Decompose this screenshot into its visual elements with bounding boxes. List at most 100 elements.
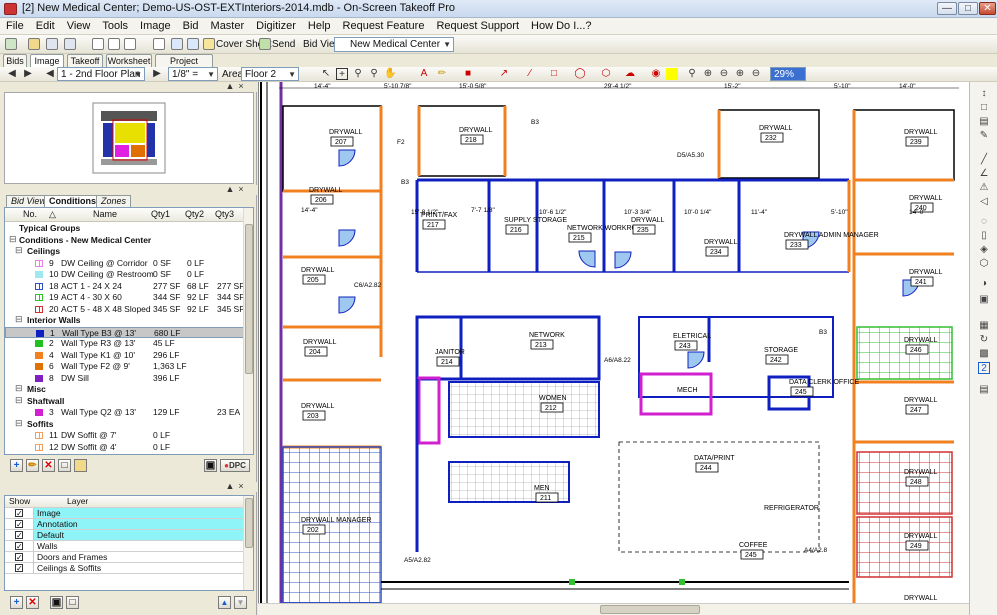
condition-folder-row[interactable]: ⊟ Interior Walls bbox=[5, 315, 245, 326]
scale-select[interactable]: 1/8" = 1'0"▼ bbox=[168, 67, 218, 93]
col-qty2[interactable]: Qty2 bbox=[185, 209, 204, 219]
menu-master[interactable]: Master bbox=[205, 18, 251, 34]
save-icon[interactable] bbox=[46, 38, 58, 50]
condition-folder-row[interactable]: ⊟ Misc bbox=[5, 384, 245, 395]
condition-group-row[interactable]: Typical Groups bbox=[5, 223, 245, 234]
menu-bid[interactable]: Bid bbox=[177, 18, 205, 34]
move-down-button[interactable]: ▼ bbox=[234, 596, 247, 609]
layer-properties-button[interactable]: ▣ bbox=[50, 596, 63, 609]
menu-edit[interactable]: Edit bbox=[30, 18, 61, 34]
col-name[interactable]: Name bbox=[93, 209, 117, 219]
tab-worksheet[interactable]: Worksheet bbox=[106, 54, 152, 67]
zoom-in-icon[interactable]: ⊕ bbox=[702, 68, 714, 80]
print-icon[interactable] bbox=[64, 38, 76, 50]
stamp-icon[interactable]: ■ bbox=[462, 68, 474, 80]
expand-collapse-icon[interactable]: ⊟ bbox=[15, 418, 23, 428]
menu-help[interactable]: Help bbox=[302, 18, 337, 34]
col-show[interactable]: Show bbox=[9, 496, 30, 507]
bid-view-select[interactable]: New Medical Center ▼ bbox=[334, 37, 454, 52]
tab-project-express[interactable]: Project Express bbox=[155, 54, 213, 78]
layer-visibility-checkbox[interactable]: ✓ bbox=[15, 520, 23, 529]
minimize-button[interactable]: — bbox=[937, 2, 957, 15]
layer-visibility-checkbox[interactable]: ✓ bbox=[15, 553, 23, 562]
menu-how-do-i[interactable]: How Do I...? bbox=[525, 18, 598, 34]
col-qty3[interactable]: Qty3 bbox=[215, 209, 234, 219]
cloud-annotation-icon[interactable]: ☁ bbox=[624, 68, 636, 80]
condition-row[interactable]: 19 ACT 4 - 30 X 60 344 SF 92 LF 344 SF bbox=[5, 292, 245, 303]
add-condition-button[interactable]: + bbox=[10, 459, 23, 472]
folder-button[interactable] bbox=[74, 459, 87, 472]
tab-zones[interactable]: Zones bbox=[96, 195, 132, 207]
select-tool-icon[interactable]: ↖ bbox=[320, 68, 332, 80]
zoom-previous-icon[interactable]: ⊕ bbox=[734, 68, 746, 80]
copy-condition-button[interactable]: □ bbox=[58, 459, 71, 472]
move-up-button[interactable]: ▲ bbox=[218, 596, 231, 609]
ellipse-annotation-icon[interactable]: ◯ bbox=[574, 68, 586, 80]
close-button[interactable]: ✕ bbox=[979, 2, 996, 15]
redo-icon[interactable] bbox=[187, 38, 199, 50]
condition-row[interactable]: 8 DW Sill 396 LF bbox=[5, 373, 245, 384]
layer-visibility-checkbox[interactable]: ✓ bbox=[15, 564, 23, 573]
layer-row[interactable]: ✓ Annotation bbox=[5, 519, 243, 530]
condition-row[interactable]: 1 Wall Type B3 @ 13' 680 LF bbox=[5, 326, 245, 338]
zoom-select[interactable]: 29% bbox=[770, 67, 806, 81]
layer-visibility-checkbox[interactable]: ✓ bbox=[15, 509, 23, 518]
next-page-icon[interactable]: ▶ bbox=[151, 68, 163, 80]
window-icon[interactable]: ▩ bbox=[978, 348, 990, 360]
flip-icon[interactable]: ◁ bbox=[978, 196, 990, 208]
scroll-thumb[interactable] bbox=[245, 498, 253, 548]
highlighter-icon[interactable]: ✏ bbox=[436, 68, 448, 80]
rectangle-annotation-icon[interactable]: □ bbox=[548, 68, 560, 80]
layer-row[interactable]: ✓ Walls bbox=[5, 541, 243, 552]
line-annotation-icon[interactable]: ∕ bbox=[524, 68, 536, 80]
page-count-icon[interactable]: 2 bbox=[978, 362, 990, 374]
new-bid-icon[interactable] bbox=[5, 38, 17, 50]
condition-folder-row[interactable]: ⊟ Soffits bbox=[5, 418, 245, 430]
layers-icon[interactable]: ▤ bbox=[978, 116, 990, 128]
condition-group-row[interactable]: ⊟ Conditions - New Medical Center bbox=[5, 234, 245, 246]
polygon-icon[interactable]: ⬡ bbox=[978, 258, 990, 270]
paste-icon[interactable] bbox=[124, 38, 136, 50]
callout-annotation-icon[interactable]: ◉ bbox=[650, 68, 662, 80]
col-no[interactable]: No. bbox=[23, 209, 37, 219]
panel-close-icon[interactable]: × bbox=[236, 185, 246, 194]
prev-page-icon[interactable]: ◀ bbox=[44, 68, 56, 80]
condition-row[interactable]: 11 DW Soffit @ 7' 0 LF bbox=[5, 430, 245, 441]
edit-condition-button[interactable]: ✏ bbox=[26, 459, 39, 472]
zoom-next-icon[interactable]: ⊖ bbox=[750, 68, 762, 80]
condition-row[interactable]: 9 DW Ceiling @ Corridor 0 SF 0 LF bbox=[5, 258, 245, 269]
condition-folder-row[interactable]: ⊟ Shaftwall bbox=[5, 395, 245, 407]
forward-icon[interactable]: ▶ bbox=[22, 68, 34, 80]
grid-icon[interactable]: ▦ bbox=[978, 320, 990, 332]
panel-close-icon[interactable]: × bbox=[236, 82, 246, 91]
tab-bids[interactable]: Bids bbox=[3, 54, 27, 67]
condition-row[interactable]: 18 ACT 1 - 24 X 24 277 SF 68 LF 277 SF bbox=[5, 281, 245, 292]
fill-color-icon[interactable] bbox=[666, 68, 678, 80]
dpc-button[interactable]: ●DPC bbox=[220, 459, 250, 472]
condition-folder-row[interactable]: ⊟ Ceilings bbox=[5, 246, 245, 257]
delete-layer-button[interactable]: ✕ bbox=[26, 596, 39, 609]
arrow-annotation-icon[interactable]: ↗ bbox=[498, 68, 510, 80]
menu-image[interactable]: Image bbox=[134, 18, 177, 34]
maximize-button[interactable]: □ bbox=[958, 2, 978, 15]
page-thumbnail[interactable] bbox=[4, 92, 254, 184]
condition-row[interactable]: 10 DW Ceiling @ Restroom 0 SF 0 LF bbox=[5, 269, 245, 280]
menu-tools[interactable]: Tools bbox=[96, 18, 134, 34]
layer-row[interactable]: ✓ Default bbox=[5, 530, 243, 541]
send-button[interactable]: Send bbox=[272, 37, 295, 52]
panel-pin-icon[interactable]: ▲ bbox=[225, 482, 235, 491]
measure-icon[interactable]: ↕ bbox=[978, 88, 990, 100]
polygon-annotation-icon[interactable]: ⬡ bbox=[600, 68, 612, 80]
expand-collapse-icon[interactable]: ⊟ bbox=[9, 234, 17, 244]
cutout-icon[interactable]: ◌ bbox=[978, 216, 990, 228]
add-layer-button[interactable]: + bbox=[10, 596, 23, 609]
condition-row[interactable]: 12 DW Soffit @ 4' 0 LF bbox=[5, 442, 245, 453]
condition-row[interactable]: 2 Wall Type R3 @ 13' 45 LF bbox=[5, 338, 245, 349]
layer-row[interactable]: ✓ Image bbox=[5, 508, 243, 519]
tab-conditions[interactable]: Conditions bbox=[44, 195, 101, 207]
scroll-thumb[interactable] bbox=[245, 224, 253, 374]
panel-pin-icon[interactable]: ▲ bbox=[225, 185, 235, 194]
conditions-scrollbar[interactable] bbox=[243, 208, 253, 454]
expand-collapse-icon[interactable]: ⊟ bbox=[15, 395, 23, 405]
col-layer[interactable]: Layer bbox=[67, 496, 88, 507]
